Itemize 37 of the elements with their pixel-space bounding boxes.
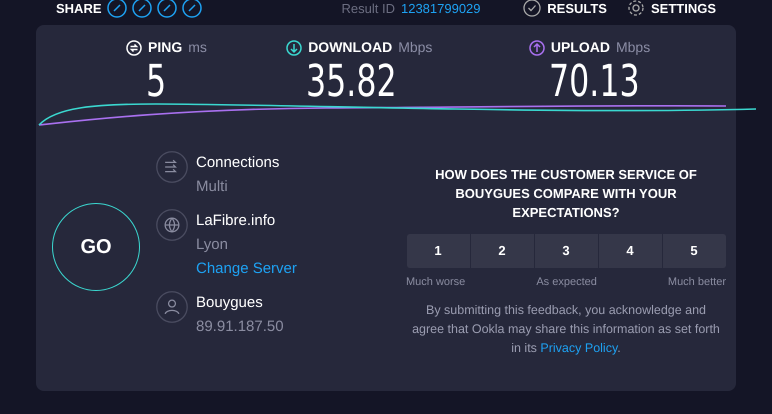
metric-value: 35.82: [306, 58, 397, 106]
disclaimer-text: By submitting this feedback, you acknowledge and agree that Ookla may share this information as set forth in its Privacy Policy.: [411, 302, 721, 357]
privacy-policy-link[interactable]: Privacy Policy: [540, 340, 618, 354]
scale-label: Much worse: [406, 275, 466, 290]
metric-label: DOWNLOAD: [308, 38, 392, 57]
rating-button[interactable]: 1: [406, 234, 470, 268]
result-id-link[interactable]: 12381799029: [400, 0, 481, 16]
settings-button[interactable]: SETTINGS: [650, 0, 716, 16]
result-id-label: Result ID: [342, 0, 395, 16]
info-title: Connections: [196, 153, 280, 173]
info-value: 89.91.187.50: [196, 317, 284, 337]
metric-unit: Mbps: [398, 38, 432, 57]
globe-icon: [156, 209, 188, 241]
metric-value: 70.13: [548, 58, 640, 106]
results-button[interactable]: RESULTS: [547, 0, 607, 16]
go-button[interactable]: GO: [52, 203, 140, 291]
info-value: Multi: [196, 177, 229, 197]
metric-value: 5: [146, 58, 166, 106]
person-icon: [156, 291, 188, 323]
rating-button[interactable]: 2: [470, 234, 534, 268]
metric-label: UPLOAD: [550, 38, 610, 57]
metric-label: PING: [148, 38, 182, 57]
rating-button[interactable]: 4: [598, 234, 662, 268]
rating-button[interactable]: 3: [534, 234, 598, 268]
info-title: LaFibre.info: [196, 211, 276, 231]
arrows-icon: [156, 151, 188, 183]
info-value: Lyon: [196, 235, 229, 255]
scale-label: As expected: [536, 275, 597, 290]
survey-question: HOW DOES THE CUSTOMER SERVICE OF BOUYGUES COMPARE WITH YOUR EXPECTATIONS?: [434, 166, 698, 222]
rating-button[interactable]: 5: [662, 234, 726, 268]
settings-icon: [626, 0, 645, 17]
change-server-link[interactable]: Change Server: [196, 257, 297, 281]
metric-unit: ms: [188, 38, 207, 57]
metric-unit: Mbps: [616, 38, 650, 57]
info-title: Bouygues: [196, 293, 264, 313]
share-label: SHARE: [56, 0, 102, 16]
scale-label: Much better: [668, 275, 726, 290]
